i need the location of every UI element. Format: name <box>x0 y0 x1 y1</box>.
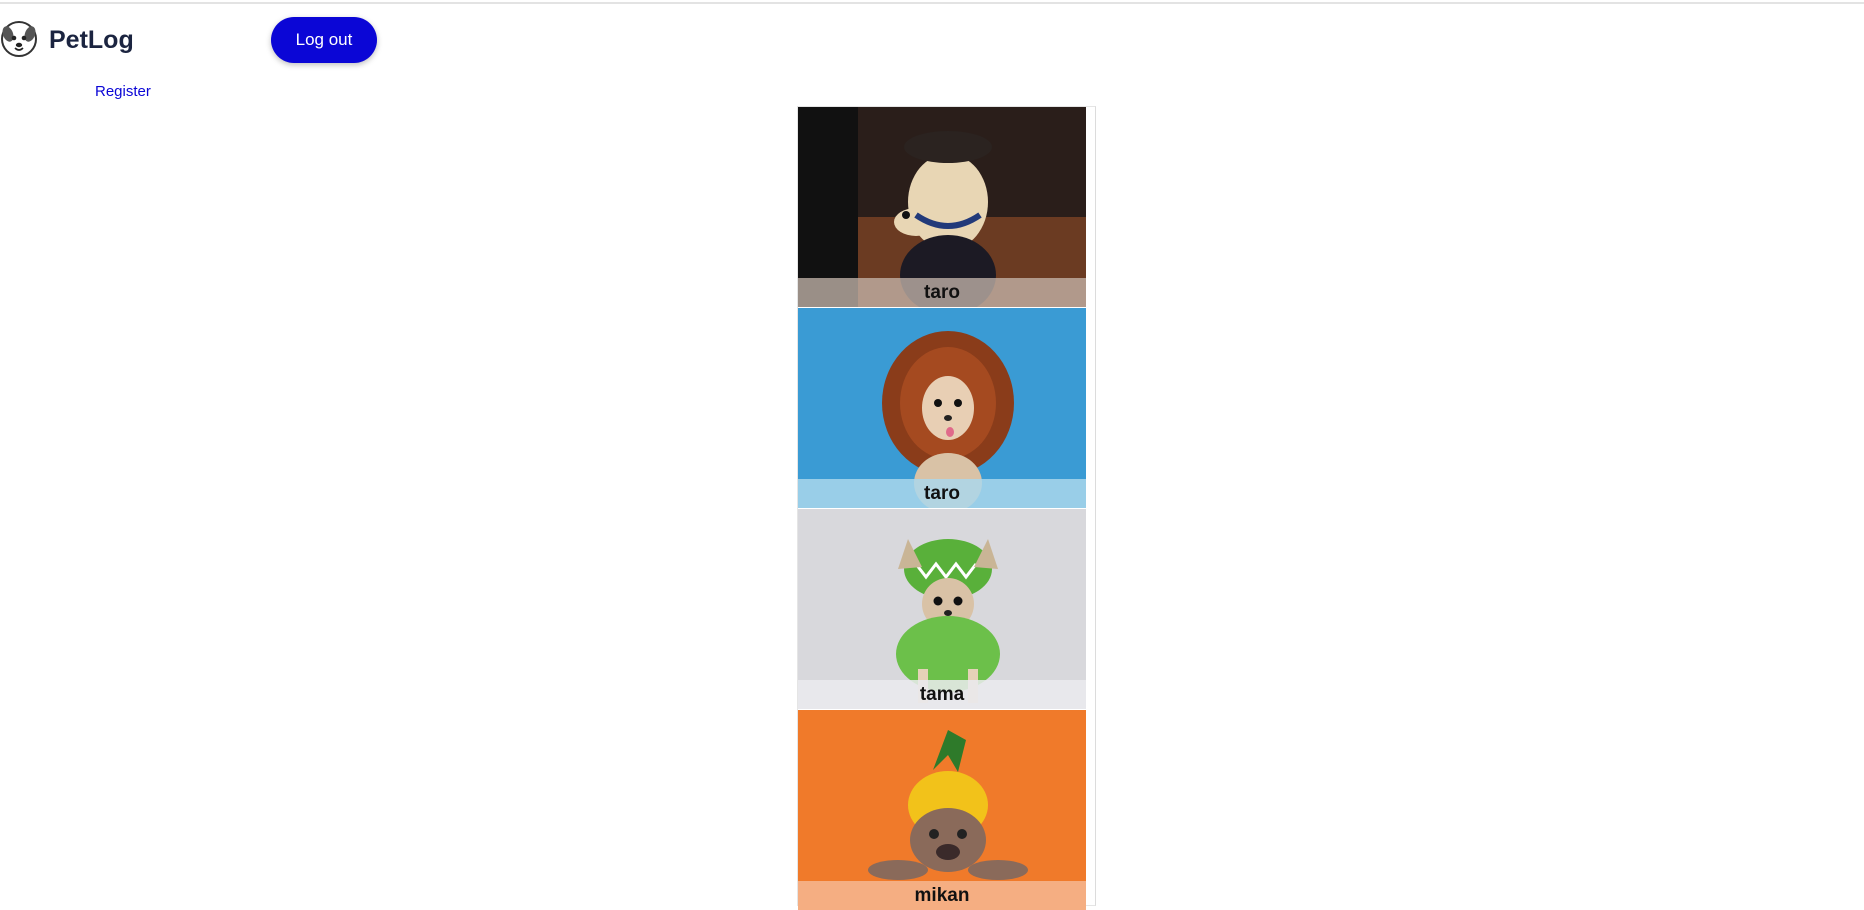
pet-card[interactable]: taro <box>798 107 1086 307</box>
dog-face-icon <box>1 21 37 57</box>
pet-name: mikan <box>798 881 1086 910</box>
pet-photo <box>798 710 1086 910</box>
top-divider <box>0 2 1864 4</box>
pet-card[interactable]: mikan <box>798 710 1086 910</box>
pet-name: taro <box>798 479 1086 508</box>
pet-feed: taro taro tama mikan <box>797 106 1096 910</box>
logout-button[interactable]: Log out <box>271 17 377 63</box>
pet-card[interactable]: taro <box>798 308 1086 508</box>
brand-title[interactable]: PetLog <box>49 24 134 56</box>
pet-photo <box>798 308 1086 508</box>
pet-name: taro <box>798 278 1086 307</box>
pet-photo <box>798 107 1086 307</box>
register-link[interactable]: Register <box>95 82 151 102</box>
pet-card[interactable]: tama <box>798 509 1086 709</box>
pet-name: tama <box>798 680 1086 709</box>
pet-photo <box>798 509 1086 709</box>
